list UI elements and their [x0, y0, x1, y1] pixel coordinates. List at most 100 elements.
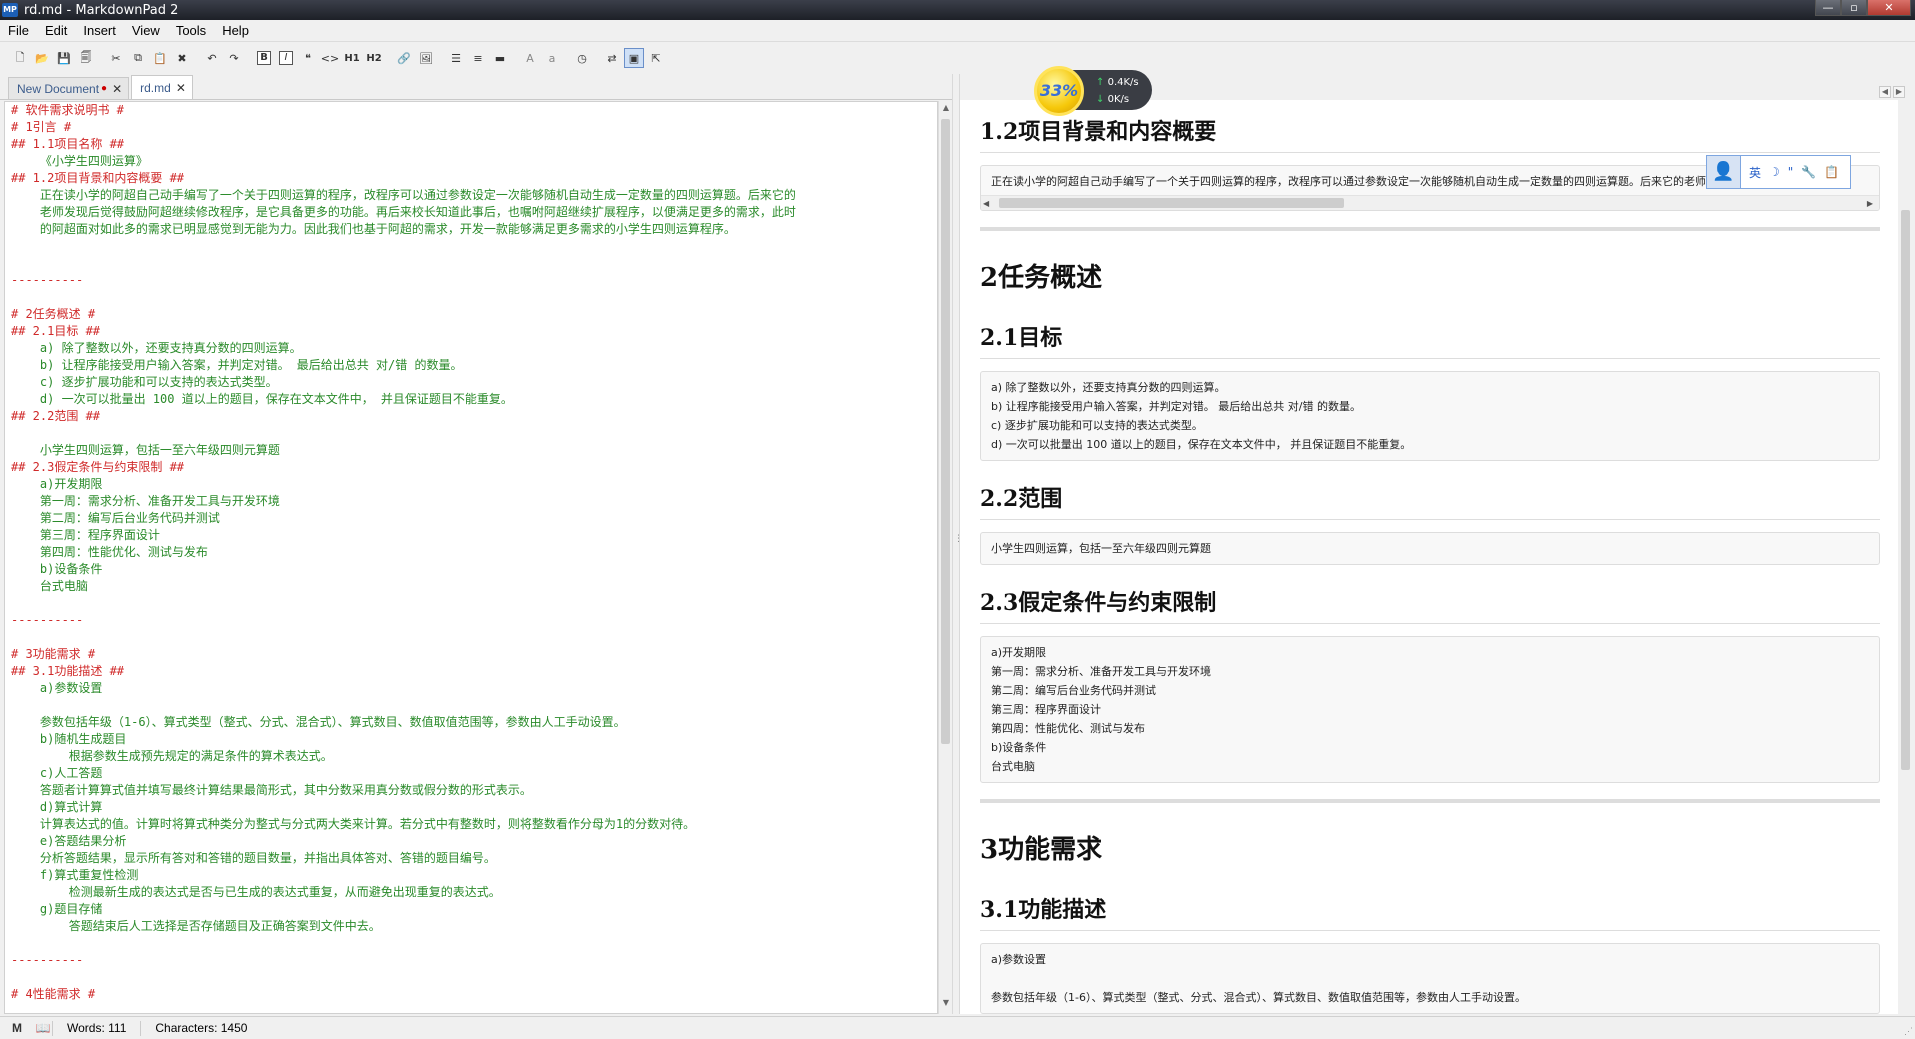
ordered-list-icon[interactable]: ≡	[468, 48, 488, 68]
ime-punct-icon[interactable]: "	[1788, 165, 1794, 179]
heading-2-3: 2.3假定条件与约束限制	[980, 585, 1880, 624]
ime-toolbar[interactable]: 👤 英 ☽ " 🔧 📋	[1706, 155, 1851, 189]
editor-line: 答题者计算算式值并填写最终计算结果最简形式，其中分数采用真分数或假分数的形式表示…	[11, 783, 532, 797]
tab-scroll-right-icon[interactable]: ▶	[1893, 86, 1905, 98]
editor-line: ## 3.1功能描述 ##	[11, 664, 125, 678]
delete-icon[interactable]: ✖	[172, 48, 192, 68]
close-tab-icon[interactable]: ✕	[176, 81, 186, 95]
ime-avatar-icon[interactable]: 👤	[1707, 156, 1741, 188]
export-icon[interactable]: ⇱	[646, 48, 666, 68]
editor-line: a)开发期限	[11, 477, 103, 491]
redo-icon[interactable]: ↷	[224, 48, 244, 68]
preview-scrollbar[interactable]	[1899, 100, 1913, 1014]
italic-icon[interactable]: I	[276, 48, 296, 68]
book-icon[interactable]: 📖	[34, 1021, 52, 1035]
scroll-up-icon[interactable]: ▲	[939, 103, 953, 117]
tab-new-document[interactable]: New Document ● ✕	[8, 77, 130, 99]
pane-splitter[interactable]: ⋮	[952, 74, 963, 1014]
quote-icon[interactable]: ❝	[298, 48, 318, 68]
swap-icon[interactable]: ⇄	[602, 48, 622, 68]
editor-line: 答题结束后人工选择是否存储题目及正确答案到文件中去。	[11, 919, 381, 933]
list-item: 第三周：程序界面设计	[991, 703, 1101, 716]
menu-view[interactable]: View	[124, 23, 168, 38]
horizontal-scrollbar[interactable]: ◀ ▶	[981, 195, 1879, 210]
undo-icon[interactable]: ↶	[202, 48, 222, 68]
code-block-2-1: a) 除了整数以外，还要支持真分数的四则运算。 b) 让程序能接受用户输入答案，…	[980, 371, 1880, 461]
list-item: 参数包括年级（1-6）、算式类型（整式、分式、混合式）、算式数目、数值取值范围等…	[991, 991, 1526, 1004]
link-icon[interactable]: 🔗	[394, 48, 414, 68]
tab-scroll-left-icon[interactable]: ◀	[1879, 86, 1891, 98]
editor-line: 老师发现后觉得鼓励阿超继续修改程序，是它具备更多的功能。再后来校长知道此事后，也…	[11, 205, 796, 219]
menu-tools[interactable]: Tools	[168, 23, 214, 38]
save-all-icon[interactable]: 🗐	[76, 48, 96, 68]
scrollbar-thumb[interactable]	[1901, 210, 1910, 770]
ime-moon-icon[interactable]: ☽	[1769, 165, 1780, 179]
horizontal-rule	[980, 227, 1880, 231]
menu-file[interactable]: File	[0, 23, 37, 38]
close-tab-icon[interactable]: ✕	[112, 82, 122, 96]
heading-2: 2任务概述	[980, 263, 1103, 293]
close-window-button[interactable]: ✕	[1867, 0, 1911, 16]
copy-icon[interactable]: ⧉	[128, 48, 148, 68]
ime-settings-icon[interactable]: 🔧	[1801, 165, 1816, 179]
editor-line: a) 除了整数以外，还要支持真分数的四则运算。	[11, 341, 302, 355]
bold-icon[interactable]: B	[254, 48, 274, 68]
editor-scrollbar[interactable]: ▲ ▼	[938, 101, 952, 1014]
maximize-button[interactable]: ▫	[1841, 0, 1867, 16]
live-preview-icon[interactable]: ▣	[624, 48, 644, 68]
title-bar: MP rd.md - MarkdownPad 2 — ▫ ✕	[0, 0, 1915, 20]
new-document-icon[interactable]: 🗋	[10, 48, 30, 68]
code-icon[interactable]: <>	[320, 48, 340, 68]
image-icon[interactable]: 🖼	[416, 48, 436, 68]
heading1-icon[interactable]: H1	[342, 48, 362, 68]
save-icon[interactable]: 💾	[54, 48, 74, 68]
open-icon[interactable]: 📂	[32, 48, 52, 68]
editor-line: # 3功能需求 #	[11, 647, 96, 661]
editor-line: d) 一次可以批量出 100 道以上的题目，保存在文本文件中， 并且保证题目不能…	[11, 392, 513, 406]
scrollbar-thumb[interactable]	[941, 119, 950, 744]
tab-label: rd.md	[140, 80, 171, 95]
list-item: 第二周：编写后台业务代码并测试	[991, 684, 1156, 697]
ime-lang-toggle[interactable]: 英	[1749, 164, 1761, 181]
paste-icon[interactable]: 📋	[150, 48, 170, 68]
cut-icon[interactable]: ✂	[106, 48, 126, 68]
timestamp-icon[interactable]: ◷	[572, 48, 592, 68]
heading2-icon[interactable]: H2	[364, 48, 384, 68]
resize-grip-icon[interactable]: ⋰	[1904, 1026, 1913, 1037]
editor-line: g)题目存储	[11, 902, 103, 916]
list-item: b) 让程序能接受用户输入答案，并判定对错。 最后给出总共 对/错 的数量。	[991, 400, 1361, 413]
status-bar: M 📖 Words: 111 Characters: 1450 ⋰	[0, 1016, 1915, 1039]
list-item	[991, 969, 1869, 988]
menu-edit[interactable]: Edit	[37, 23, 75, 38]
minimize-button[interactable]: —	[1815, 0, 1841, 16]
editor-line: a)参数设置	[11, 681, 103, 695]
editor-line: 第三周：程序界面设计	[11, 528, 160, 542]
tab-label: New Document	[17, 81, 100, 96]
editor-line: 计算表达式的值。计算时将算式种类分为整式与分式两大类来计算。若分式中有整数时，则…	[11, 817, 696, 831]
horizontal-rule-icon[interactable]: ▬	[490, 48, 510, 68]
word-count: Words: 111	[52, 1020, 140, 1036]
heading-2-2: 2.2范围	[980, 481, 1880, 520]
scroll-down-icon[interactable]: ▼	[939, 998, 953, 1012]
unordered-list-icon[interactable]: ☰	[446, 48, 466, 68]
tab-rd-md[interactable]: rd.md ✕	[131, 75, 193, 99]
editor-line: ## 1.2项目背景和内容概要 ##	[11, 171, 185, 185]
editor-line: # 1引言 #	[11, 120, 72, 134]
network-speed-widget[interactable]: ↑ 0.4K/s ↓ 0K/s 33%	[1034, 66, 1154, 116]
markdown-editor[interactable]: # 软件需求说明书 # # 1引言 # ## 1.1项目名称 ## 《小学生四则运算…	[4, 101, 938, 1014]
list-item: c) 逐步扩展功能和可以支持的表达式类型。	[991, 419, 1203, 432]
uppercase-icon[interactable]: A	[520, 48, 540, 68]
menu-insert[interactable]: Insert	[75, 23, 124, 38]
scrollbar-thumb[interactable]	[999, 198, 1344, 208]
menu-help[interactable]: Help	[214, 23, 257, 38]
editor-line: ----------	[11, 953, 84, 967]
list-item: a) 除了整数以外，还要支持真分数的四则运算。	[991, 381, 1226, 394]
ime-clipboard-icon[interactable]: 📋	[1824, 165, 1839, 179]
editor-line: ----------	[11, 613, 84, 627]
lowercase-icon[interactable]: a	[542, 48, 562, 68]
